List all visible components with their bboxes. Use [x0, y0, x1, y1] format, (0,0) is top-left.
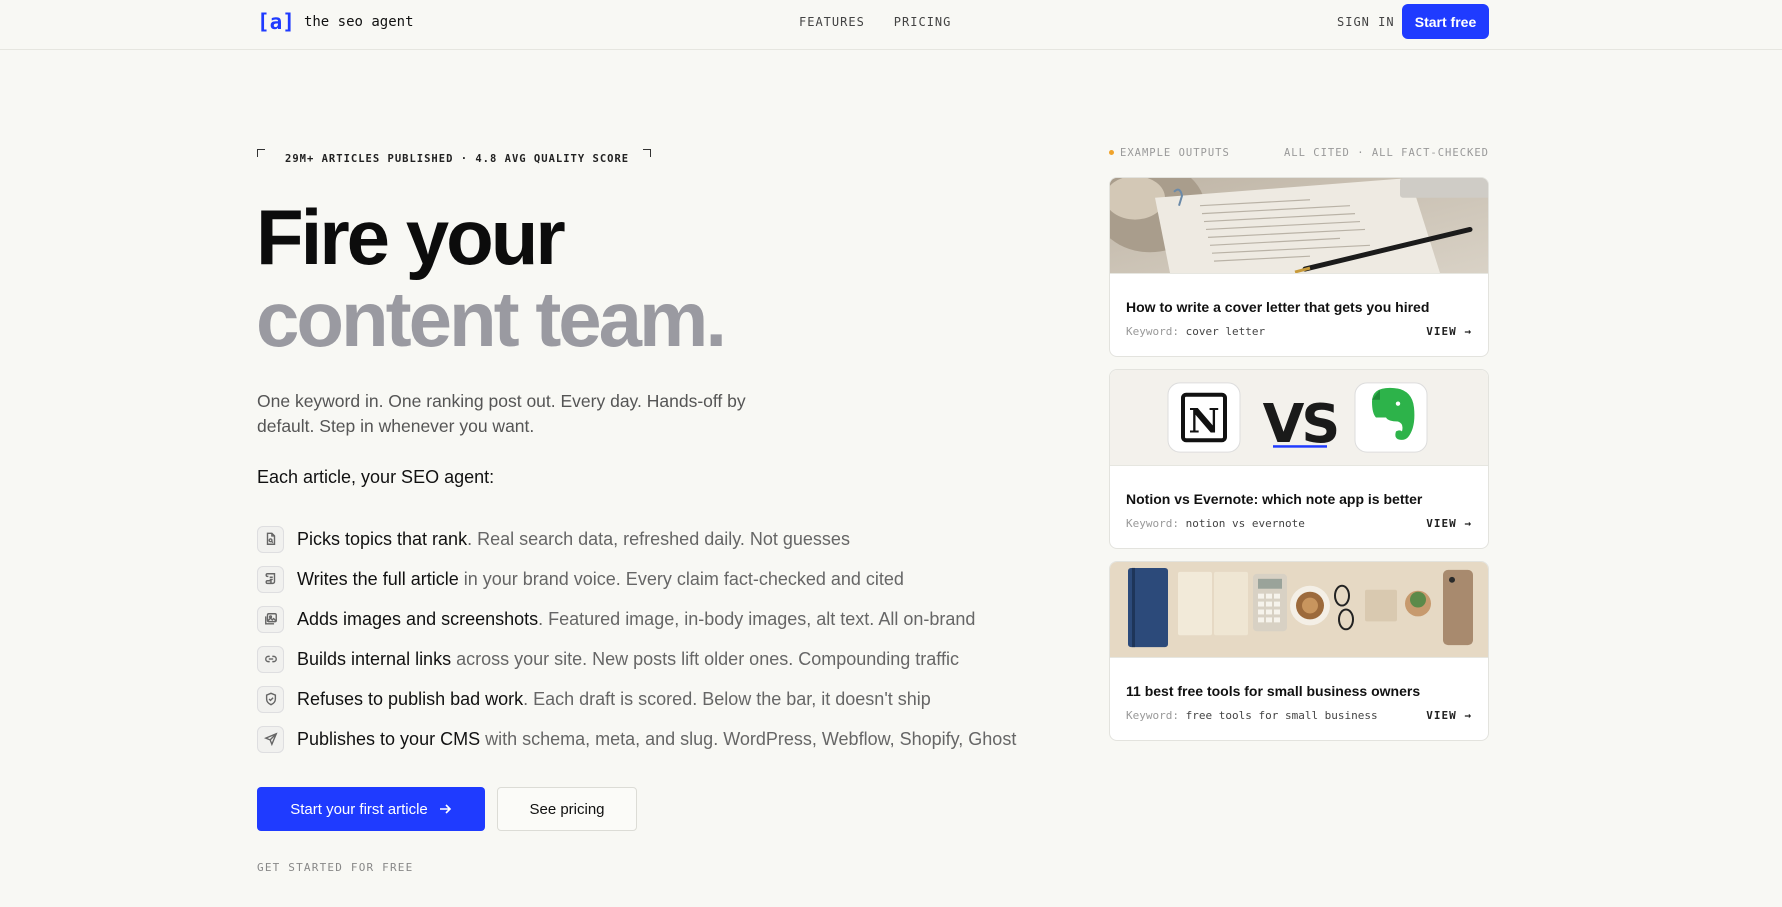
images-icon: [257, 605, 284, 633]
stats-badge: 29M+ ARTICLES PUBLISHED · 4.8 AVG QUALIT…: [257, 149, 651, 169]
feature-item: Publishes to your CMS with schema, meta,…: [257, 719, 1016, 759]
nav-link-pricing[interactable]: PRICING: [894, 15, 952, 29]
features-intro: Each article, your SEO agent:: [257, 467, 495, 487]
feature-item: Adds images and screenshots. Featured im…: [257, 599, 1016, 639]
shield-check-icon: [257, 685, 284, 713]
example-card[interactable]: 11 best free tools for small business ow…: [1109, 561, 1489, 741]
start-first-article-button[interactable]: Start your first article: [257, 787, 485, 831]
card-keyword: Keyword: cover letter: [1126, 325, 1266, 338]
notion-vs-evernote-image: N VS: [1110, 370, 1488, 466]
link-icon: [257, 645, 284, 673]
examples-header: EXAMPLE OUTPUTS ALL CITED · ALL FACT-CHE…: [1109, 147, 1489, 161]
hero-headline: Fire your content team.: [256, 193, 727, 363]
status-dot-icon: [1109, 149, 1114, 155]
card-keyword: Keyword: free tools for small business: [1126, 709, 1378, 722]
feature-title: Writes the full article: [297, 568, 459, 589]
arrow-right-icon: →: [1464, 325, 1472, 338]
scroll-icon: [257, 565, 284, 593]
examples-label: EXAMPLE OUTPUTS: [1120, 147, 1230, 159]
logo-mark: [a]: [257, 10, 295, 34]
card-keyword: Keyword: notion vs evernote: [1126, 517, 1305, 530]
feature-title: Picks topics that rank: [297, 528, 468, 549]
badge-corner: [257, 149, 265, 157]
feature-item: Refuses to publish bad work. Each draft …: [257, 679, 1016, 719]
sign-in-link[interactable]: SIGN IN: [1337, 15, 1395, 29]
start-free-button[interactable]: Start free: [1402, 4, 1489, 39]
feature-title: Refuses to publish bad work: [297, 688, 524, 709]
feature-desc: with schema, meta, and slug. WordPress, …: [480, 728, 1017, 749]
nav-link-features[interactable]: FEATURES: [799, 15, 865, 29]
get-started-note: GET STARTED FOR FREE: [257, 861, 414, 874]
logo-text: the seo agent: [303, 14, 414, 30]
feature-title: Builds internal links: [297, 648, 452, 669]
feature-desc: across your site. New posts lift older o…: [451, 648, 959, 669]
card-view-link[interactable]: VIEW →: [1426, 709, 1472, 722]
small-business-tools-image: [1110, 562, 1488, 658]
headline-line-2: content team.: [256, 275, 727, 363]
feature-item: Builds internal links across your site. …: [257, 639, 1016, 679]
arrow-right-icon: →: [1464, 517, 1472, 530]
notion-logo-icon: N: [1188, 401, 1219, 441]
card-title: 11 best free tools for small business ow…: [1126, 683, 1421, 699]
feature-desc: in your brand voice. Every claim fact-ch…: [458, 568, 904, 589]
cover-letter-image: [1110, 178, 1488, 274]
arrow-right-icon: →: [1464, 709, 1472, 722]
card-title: How to write a cover letter that gets yo…: [1126, 299, 1430, 315]
example-card[interactable]: How to write a cover letter that gets yo…: [1109, 177, 1489, 357]
feature-item: Writes the full article in your brand vo…: [257, 559, 1016, 599]
cta-primary-label: Start your first article: [290, 800, 428, 818]
examples-note: ALL CITED · ALL FACT-CHECKED: [1283, 147, 1489, 159]
badge-corner: [643, 149, 651, 157]
headline-line-1: Fire your: [256, 193, 566, 281]
example-card[interactable]: N VS Notion vs Evernote: which note app …: [1109, 369, 1489, 549]
see-pricing-button[interactable]: See pricing: [497, 787, 637, 831]
top-nav: [a] the seo agent FEATURES PRICING SIGN …: [0, 0, 1782, 50]
stats-badge-text: 29M+ ARTICLES PUBLISHED · 4.8 AVG QUALIT…: [285, 153, 630, 165]
hero-subtitle: One keyword in. One ranking post out. Ev…: [257, 391, 746, 436]
nav-links: FEATURES PRICING: [799, 15, 951, 29]
feature-title: Adds images and screenshots: [297, 608, 539, 629]
feature-desc: . Each draft is scored. Below the bar, i…: [523, 688, 931, 709]
arrow-right-icon: [439, 804, 451, 814]
feature-list: Picks topics that rank. Real search data…: [257, 519, 1016, 759]
card-view-link[interactable]: VIEW →: [1426, 517, 1472, 530]
card-title: Notion vs Evernote: which note app is be…: [1126, 491, 1423, 507]
logo[interactable]: [a] the seo agent: [257, 10, 414, 34]
feature-title: Publishes to your CMS: [297, 728, 481, 749]
send-icon: [257, 725, 284, 753]
feature-item: Picks topics that rank. Real search data…: [257, 519, 1016, 559]
feature-desc: . Featured image, in-body images, alt te…: [538, 608, 976, 629]
card-view-link[interactable]: VIEW →: [1426, 325, 1472, 338]
feature-desc: . Real search data, refreshed daily. Not…: [467, 528, 850, 549]
document-search-icon: [257, 525, 284, 553]
